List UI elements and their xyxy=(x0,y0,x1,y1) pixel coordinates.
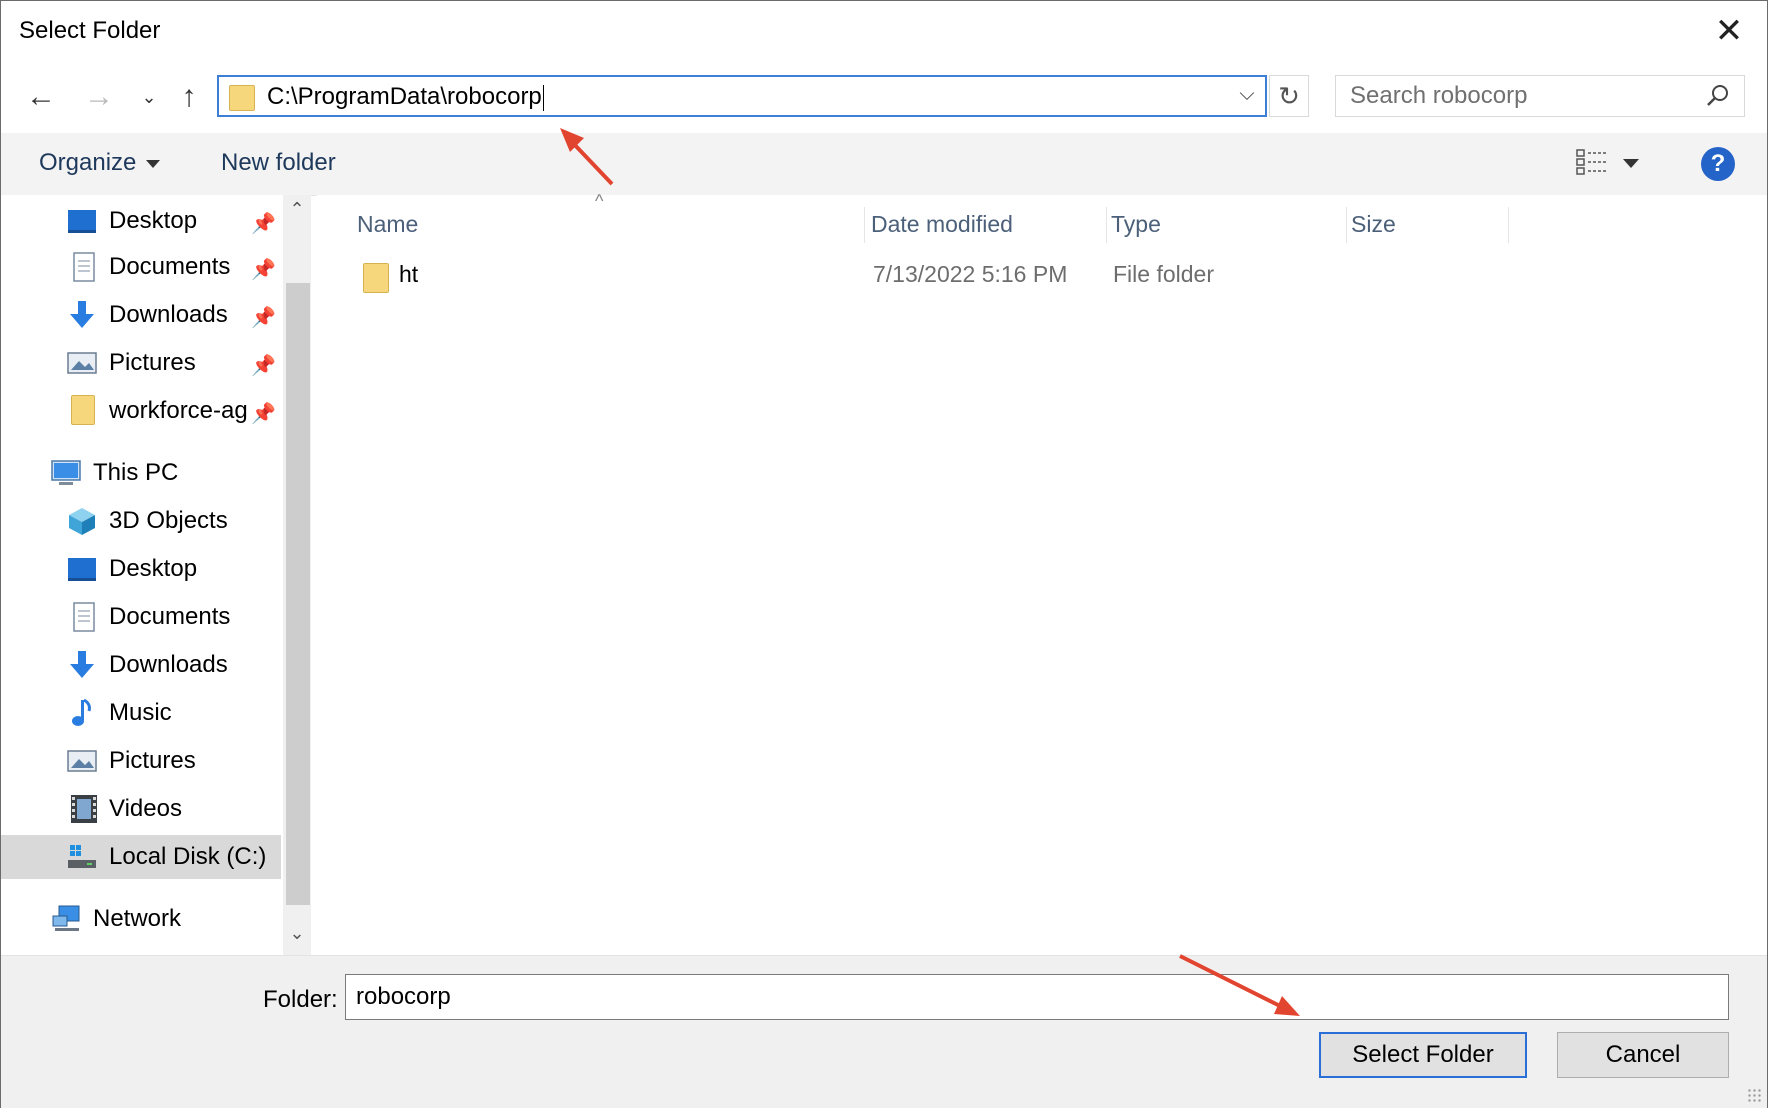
documents-icon xyxy=(73,602,95,632)
nav-item-local-disk-c[interactable]: Local Disk (C:) xyxy=(1,835,281,879)
nav-label: Local Disk (C:) xyxy=(109,843,267,870)
close-icon[interactable]: ✕ xyxy=(1709,11,1749,51)
nav-item-desktop[interactable]: Desktop xyxy=(1,547,281,591)
pin-icon: 📌 xyxy=(251,259,276,281)
view-options-chevron-down-icon[interactable] xyxy=(1623,159,1639,168)
column-header-size[interactable]: Size xyxy=(1349,207,1509,243)
navigation-pane: Desktop 📌 Documents 📌 Downloads 📌 Pictur… xyxy=(1,195,311,955)
nav-label: workforce-ag xyxy=(109,397,248,424)
address-path-wrap: C:\ProgramData\robocorp xyxy=(267,83,544,111)
cancel-button[interactable]: Cancel xyxy=(1557,1032,1729,1078)
nav-label: Pictures xyxy=(109,747,196,774)
nav-item-downloads[interactable]: Downloads xyxy=(1,643,281,687)
select-folder-dialog: Select Folder ✕ ← → ⌄ ↑ C:\ProgramData\r… xyxy=(0,0,1768,1108)
dialog-title: Select Folder xyxy=(19,17,161,44)
desktop-icon xyxy=(68,558,96,581)
search-box[interactable] xyxy=(1335,75,1745,117)
nav-label: Pictures xyxy=(109,349,196,376)
text-caret xyxy=(542,84,544,111)
new-folder-button[interactable]: New folder xyxy=(221,149,336,177)
videos-icon xyxy=(71,795,97,823)
nav-label: Network xyxy=(93,905,182,932)
nav-item-quick-desktop[interactable]: Desktop 📌 xyxy=(1,199,281,243)
network-icon xyxy=(52,905,80,931)
3d-objects-icon xyxy=(69,508,95,535)
select-folder-button[interactable]: Select Folder xyxy=(1319,1032,1527,1078)
navigation-bar: ← → ⌄ ↑ C:\ProgramData\robocorp ⌵ ↻ xyxy=(1,63,1767,133)
nav-label: Desktop xyxy=(109,207,198,234)
pin-icon: 📌 xyxy=(251,213,276,235)
command-toolbar: Organize New folder ? xyxy=(1,133,1767,196)
nav-item-pictures[interactable]: Pictures xyxy=(1,739,281,783)
nav-item-this-pc[interactable]: This PC xyxy=(1,451,281,495)
up-arrow-icon[interactable]: ↑ xyxy=(169,75,209,119)
nav-label: Documents xyxy=(109,603,231,630)
documents-icon xyxy=(73,252,95,282)
scroll-down-icon[interactable]: ⌄ xyxy=(283,923,311,949)
nav-pane-scrollbar[interactable]: ⌃ ⌄ xyxy=(283,195,311,955)
nav-item-music[interactable]: Music xyxy=(1,691,281,735)
help-icon[interactable]: ? xyxy=(1701,147,1735,181)
table-row[interactable]: ht 7/13/2022 5:16 PM File folder xyxy=(317,255,1417,295)
scrollbar-thumb[interactable] xyxy=(286,283,310,905)
nav-label: Videos xyxy=(109,795,182,822)
footer-panel: Folder: Select Folder Cancel xyxy=(1,955,1767,1108)
folder-icon xyxy=(229,85,255,111)
nav-item-documents[interactable]: Documents xyxy=(1,595,281,639)
title-bar: Select Folder ✕ xyxy=(1,1,1767,63)
nav-item-quick-documents[interactable]: Documents 📌 xyxy=(1,245,281,289)
address-path: C:\ProgramData\robocorp xyxy=(267,83,542,110)
address-bar[interactable]: C:\ProgramData\robocorp ⌵ xyxy=(217,75,1267,117)
search-icon[interactable] xyxy=(1704,82,1732,110)
pictures-icon xyxy=(67,352,97,374)
this-pc-icon xyxy=(51,460,81,485)
file-list: ^ Name Date modified Type Size ht 7/13/2… xyxy=(317,191,1767,955)
nav-label: Music xyxy=(109,699,172,726)
scroll-up-icon[interactable]: ⌃ xyxy=(283,199,311,225)
nav-item-quick-workforce-ag[interactable]: workforce-ag 📌 xyxy=(1,389,281,433)
column-header-name[interactable]: Name xyxy=(355,207,865,243)
nav-item-3d-objects[interactable]: 3D Objects xyxy=(1,499,281,543)
organize-label: Organize xyxy=(39,149,137,176)
folder-name-input[interactable] xyxy=(345,974,1729,1020)
folder-icon xyxy=(71,395,95,425)
resize-grip-icon[interactable] xyxy=(1747,1088,1761,1102)
nav-item-network[interactable]: Network xyxy=(1,897,281,941)
nav-label: Desktop xyxy=(109,555,198,582)
row-type: File folder xyxy=(1113,261,1214,287)
music-icon xyxy=(72,698,91,726)
row-date-modified: 7/13/2022 5:16 PM xyxy=(873,261,1068,287)
column-header-type[interactable]: Type xyxy=(1109,207,1347,243)
search-input[interactable] xyxy=(1350,82,1690,110)
pictures-icon xyxy=(67,750,97,772)
organize-button[interactable]: Organize xyxy=(39,149,161,177)
nav-item-videos[interactable]: Videos xyxy=(1,787,281,831)
nav-item-quick-downloads[interactable]: Downloads 📌 xyxy=(1,293,281,337)
nav-label: Downloads xyxy=(109,301,228,328)
folder-field-label: Folder: xyxy=(263,986,338,1013)
chevron-down-icon xyxy=(146,159,161,168)
refresh-icon[interactable]: ↻ xyxy=(1269,75,1309,117)
nav-label: This PC xyxy=(93,459,179,486)
address-dropdown-chevron-down-icon[interactable]: ⌵ xyxy=(1233,83,1261,111)
recent-locations-chevron-down-icon[interactable]: ⌄ xyxy=(129,75,169,119)
downloads-icon xyxy=(70,651,94,678)
change-view-icon[interactable] xyxy=(1575,147,1609,177)
desktop-icon xyxy=(68,210,96,233)
forward-arrow-icon[interactable]: → xyxy=(79,75,119,119)
pin-icon: 📌 xyxy=(251,403,276,425)
column-header-date-modified[interactable]: Date modified xyxy=(869,207,1107,243)
folder-icon xyxy=(363,263,389,293)
back-arrow-icon[interactable]: ← xyxy=(21,75,61,119)
downloads-icon xyxy=(70,301,94,328)
pin-icon: 📌 xyxy=(251,307,276,329)
pin-icon: 📌 xyxy=(251,355,276,377)
row-name: ht xyxy=(399,261,419,287)
local-disk-icon xyxy=(68,845,96,868)
nav-label: Documents xyxy=(109,253,231,280)
nav-item-quick-pictures[interactable]: Pictures 📌 xyxy=(1,341,281,385)
nav-label: Downloads xyxy=(109,651,228,678)
nav-label: 3D Objects xyxy=(109,507,228,534)
